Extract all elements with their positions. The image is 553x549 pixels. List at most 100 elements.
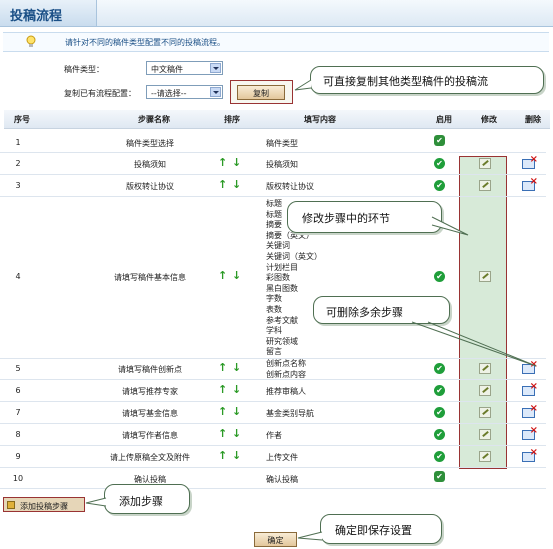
title-tab: 投稿流程 bbox=[0, 0, 97, 26]
move-up-icon[interactable]: ↑ bbox=[218, 450, 227, 461]
enabled-check-icon[interactable]: ✔ bbox=[434, 271, 445, 282]
row-idx: 6 bbox=[15, 386, 21, 395]
callout-copy: 可直接复制其他类型稿件的投稿流 bbox=[310, 66, 544, 94]
header-sort: 排序 bbox=[224, 115, 240, 124]
move-up-icon[interactable]: ↑ bbox=[218, 179, 227, 190]
header-delete: 删除 bbox=[525, 115, 541, 124]
move-up-icon[interactable]: ↑ bbox=[218, 362, 227, 373]
edit-icon[interactable] bbox=[479, 451, 491, 462]
row-content: 确认投稿 bbox=[266, 475, 298, 484]
edit-icon[interactable] bbox=[479, 180, 491, 191]
table-row: 6 请填写推荐专家 ↑ ↓ 推荐审稿人 ✔ bbox=[0, 380, 546, 402]
content-line: 关键词 bbox=[266, 241, 290, 251]
enabled-check-icon[interactable]: ✔ bbox=[434, 471, 445, 482]
copy-config-select[interactable]: --请选择-- bbox=[146, 85, 223, 99]
row-name: 请填写作者信息 bbox=[122, 431, 178, 440]
enabled-check-icon[interactable]: ✔ bbox=[434, 158, 445, 169]
callout-copy-pointer bbox=[294, 79, 312, 91]
row-content: 上传文件 bbox=[266, 453, 298, 462]
delete-icon[interactable] bbox=[522, 403, 538, 418]
header-enabled: 启用 bbox=[436, 115, 452, 124]
add-icon bbox=[7, 501, 15, 509]
move-down-icon[interactable]: ↓ bbox=[232, 362, 241, 373]
content-line: 黑白图数 bbox=[266, 283, 298, 293]
add-step-button[interactable]: 添加投稿步骤 bbox=[3, 497, 85, 512]
row-idx: 4 bbox=[15, 272, 21, 281]
row-name: 请上传原稿全文及附件 bbox=[110, 453, 190, 462]
header-content: 填写内容 bbox=[304, 115, 336, 124]
row-idx: 3 bbox=[15, 181, 21, 190]
move-down-icon[interactable]: ↓ bbox=[232, 384, 241, 395]
title-bar: 投稿流程 bbox=[0, 0, 553, 27]
callout-copy-text: 可直接复制其他类型稿件的投稿流 bbox=[323, 75, 488, 88]
add-step-label: 添加投稿步骤 bbox=[20, 502, 68, 511]
row-content: 投稿须知 bbox=[266, 160, 298, 169]
edit-icon[interactable] bbox=[479, 385, 491, 396]
row-idx: 9 bbox=[15, 452, 21, 461]
enabled-check-icon[interactable]: ✔ bbox=[434, 135, 445, 146]
table-row: 2 投稿须知 ↑ ↓ 投稿须知 ✔ bbox=[0, 153, 546, 175]
delete-icon[interactable] bbox=[522, 176, 538, 191]
article-type-label: 稿件类型： bbox=[64, 65, 104, 74]
delete-icon[interactable] bbox=[522, 425, 538, 440]
move-down-icon[interactable]: ↓ bbox=[232, 406, 241, 417]
content-line: 学科 bbox=[266, 326, 282, 336]
move-down-icon[interactable]: ↓ bbox=[232, 270, 241, 281]
callout-add-pointer bbox=[85, 497, 107, 507]
callout-edit: 修改步骤中的环节 bbox=[287, 201, 442, 233]
row-name: 请填写基金信息 bbox=[122, 409, 178, 418]
delete-icon[interactable] bbox=[522, 447, 538, 462]
callout-save-text: 确定即保存设置 bbox=[335, 524, 412, 537]
callout-delete-pointer bbox=[411, 321, 537, 367]
content-line: 创新点内容 bbox=[266, 369, 306, 379]
content-line: 研究领域 bbox=[266, 336, 298, 346]
callout-save: 确定即保存设置 bbox=[320, 514, 442, 544]
enabled-check-icon[interactable]: ✔ bbox=[434, 385, 445, 396]
table-row: 7 请填写基金信息 ↑ ↓ 基金类别导航 ✔ bbox=[0, 402, 546, 424]
delete-icon[interactable] bbox=[522, 381, 538, 396]
copy-button-highlight: 复制 bbox=[230, 80, 293, 104]
content-line: 彩图数 bbox=[266, 273, 290, 283]
move-down-icon[interactable]: ↓ bbox=[232, 179, 241, 190]
article-type-select[interactable]: 中文稿件 bbox=[146, 61, 223, 75]
content-line: 关键词（英文） bbox=[266, 251, 322, 261]
content-line: 创新点名称 bbox=[266, 359, 306, 368]
edit-icon[interactable] bbox=[479, 271, 491, 282]
edit-icon[interactable] bbox=[479, 429, 491, 440]
move-up-icon[interactable]: ↑ bbox=[218, 270, 227, 281]
enabled-check-icon[interactable]: ✔ bbox=[434, 180, 445, 191]
row-idx: 10 bbox=[12, 474, 24, 483]
content-line: 计划栏目 bbox=[266, 262, 298, 272]
row-name: 请填写稿件创新点 bbox=[118, 365, 182, 374]
copy-button[interactable]: 复制 bbox=[237, 85, 285, 100]
header-idx: 序号 bbox=[14, 115, 30, 124]
tip-text: 请针对不同的稿件类型配置不同的投稿流程。 bbox=[65, 38, 225, 47]
enabled-check-icon[interactable]: ✔ bbox=[434, 451, 445, 462]
table-row: 3 版权转让协议 ↑ ↓ 版权转让协议 ✔ bbox=[0, 175, 546, 197]
row-content: 基金类别导航 bbox=[266, 409, 314, 418]
copy-config-value: --请选择-- bbox=[151, 89, 187, 98]
callout-edit-pointer bbox=[431, 216, 469, 236]
enabled-check-icon[interactable]: ✔ bbox=[434, 429, 445, 440]
move-down-icon[interactable]: ↓ bbox=[232, 428, 241, 439]
row-idx: 7 bbox=[15, 408, 21, 417]
move-up-icon[interactable]: ↑ bbox=[218, 384, 227, 395]
row-idx: 1 bbox=[15, 138, 21, 147]
delete-icon[interactable] bbox=[522, 154, 538, 169]
row-name: 稿件类型选择 bbox=[126, 139, 174, 148]
move-down-icon[interactable]: ↓ bbox=[232, 157, 241, 168]
enabled-check-icon[interactable]: ✔ bbox=[434, 407, 445, 418]
edit-icon[interactable] bbox=[479, 158, 491, 169]
move-up-icon[interactable]: ↑ bbox=[218, 428, 227, 439]
callout-add-text: 添加步骤 bbox=[119, 495, 163, 508]
row-name: 投稿须知 bbox=[134, 160, 166, 169]
callout-edit-text: 修改步骤中的环节 bbox=[302, 212, 390, 225]
confirm-button[interactable]: 确定 bbox=[254, 532, 297, 547]
row-content: 版权转让协议 bbox=[266, 182, 314, 191]
move-up-icon[interactable]: ↑ bbox=[218, 406, 227, 417]
move-up-icon[interactable]: ↑ bbox=[218, 157, 227, 168]
row-idx: 5 bbox=[15, 364, 21, 373]
edit-icon[interactable] bbox=[479, 407, 491, 418]
row-content: 作者 bbox=[266, 431, 282, 440]
move-down-icon[interactable]: ↓ bbox=[232, 450, 241, 461]
